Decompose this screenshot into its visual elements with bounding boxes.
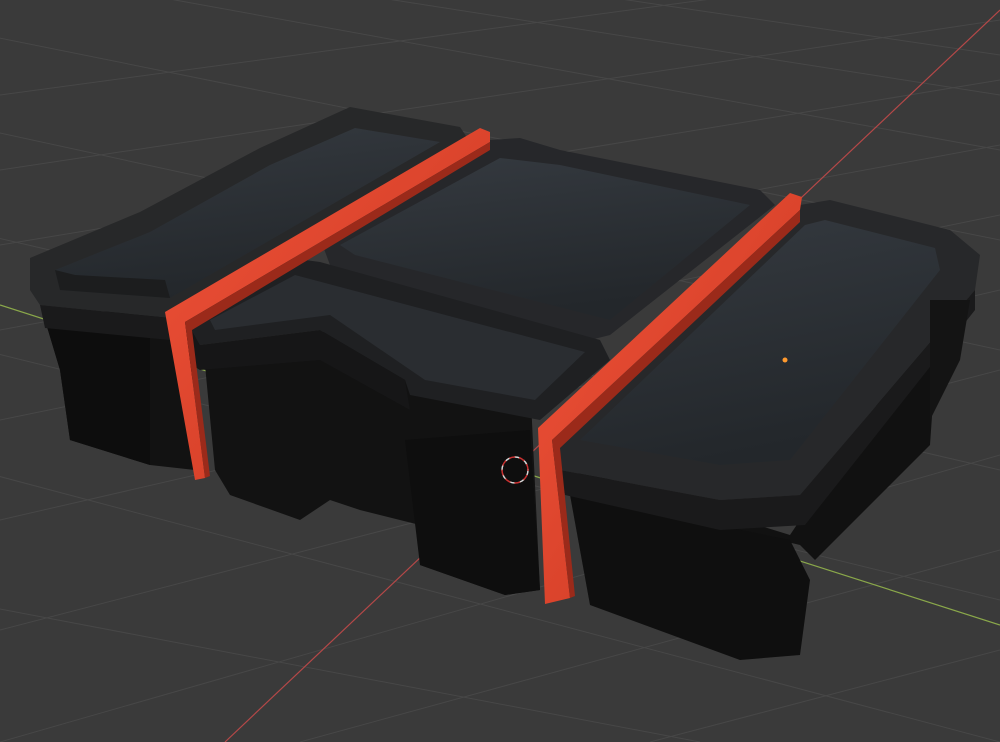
3d-viewport[interactable] (0, 0, 1000, 742)
origin-point-icon (782, 357, 788, 363)
viewport-canvas[interactable] (0, 0, 1000, 742)
